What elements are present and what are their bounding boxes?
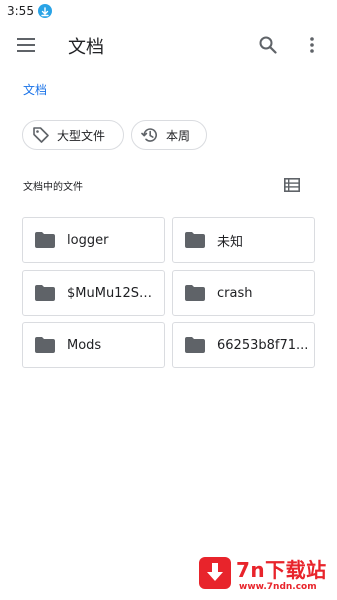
menu-button[interactable]	[14, 33, 38, 57]
folder-icon	[185, 230, 205, 250]
folder-icon	[35, 230, 55, 250]
search-icon	[259, 36, 277, 54]
hamburger-menu-icon	[17, 38, 35, 52]
breadcrumb[interactable]: 文档	[23, 81, 47, 98]
folder-icon	[35, 335, 55, 355]
folder-item[interactable]: logger	[22, 217, 165, 263]
more-options-button[interactable]	[300, 33, 324, 57]
more-vert-icon	[310, 37, 314, 53]
list-view-icon	[284, 178, 300, 192]
status-bar: 3:55	[0, 0, 337, 24]
folder-icon	[35, 283, 55, 303]
chip-label: 大型文件	[57, 128, 106, 143]
folder-item[interactable]: Mods	[22, 322, 165, 368]
history-icon	[140, 125, 160, 145]
folder-item[interactable]: 未知	[172, 217, 315, 263]
download-arrow-icon	[199, 557, 231, 589]
tag-icon	[31, 125, 51, 145]
folder-item[interactable]: $MuMu12Sh...	[22, 270, 165, 316]
app-bar: 文档	[0, 24, 337, 66]
section-heading: 文档中的文件	[23, 182, 83, 193]
watermark-title: 7n下载站	[236, 558, 327, 582]
download-notification-icon	[38, 4, 52, 18]
chip-this-week[interactable]: 本周	[131, 120, 207, 150]
folder-name: Mods	[67, 337, 102, 353]
list-view-toggle[interactable]	[282, 175, 302, 195]
folder-name: 未知	[217, 234, 244, 250]
status-time: 3:55	[7, 4, 34, 18]
folder-icon	[185, 283, 205, 303]
folder-icon	[185, 335, 205, 355]
page-title: 文档	[68, 37, 104, 58]
watermark-url: www.7ndn.com	[239, 582, 317, 592]
folder-name: logger	[67, 232, 109, 248]
folder-item[interactable]: 66253b8f71...	[172, 322, 315, 368]
folder-name: 66253b8f71...	[217, 337, 309, 353]
chip-label: 本周	[166, 128, 191, 143]
folder-item[interactable]: crash	[172, 270, 315, 316]
chip-large-files[interactable]: 大型文件	[22, 120, 124, 150]
folder-name: $MuMu12Sh...	[67, 285, 159, 301]
folder-name: crash	[217, 285, 253, 301]
watermark-logo: 7n下载站 www.7ndn.com	[196, 553, 332, 597]
search-button[interactable]	[256, 33, 280, 57]
